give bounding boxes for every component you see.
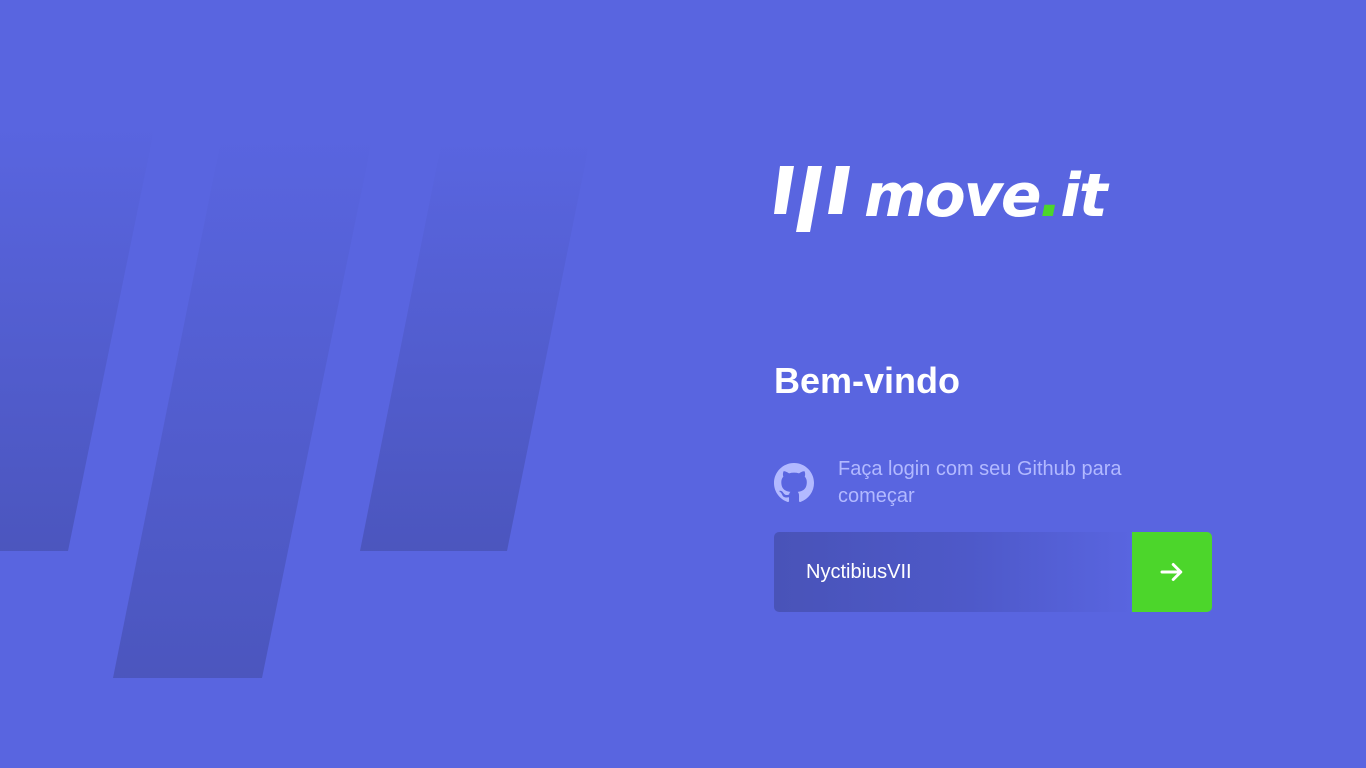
username-input[interactable] xyxy=(774,532,1132,612)
arrow-right-icon xyxy=(1160,563,1183,581)
login-panel: move.it Bem-vindo Faça login com seu Git… xyxy=(774,0,1234,768)
app-logo: move.it xyxy=(774,156,1134,236)
logo-bars-icon xyxy=(774,166,850,232)
logo-text: move.it xyxy=(864,166,1108,226)
background-stripes-graphic xyxy=(0,125,590,678)
logo-dot: . xyxy=(1039,161,1063,231)
github-login-message: Faça login com seu Github para começar xyxy=(838,458,1122,507)
welcome-title: Bem-vindo xyxy=(774,360,961,401)
github-info: Faça login com seu Github para começar xyxy=(774,436,1138,530)
login-form xyxy=(774,532,1212,612)
logo-name-suffix: it xyxy=(1060,161,1107,231)
submit-button[interactable] xyxy=(1132,532,1212,612)
github-icon xyxy=(774,463,814,503)
logo-name-main: move xyxy=(864,161,1042,231)
